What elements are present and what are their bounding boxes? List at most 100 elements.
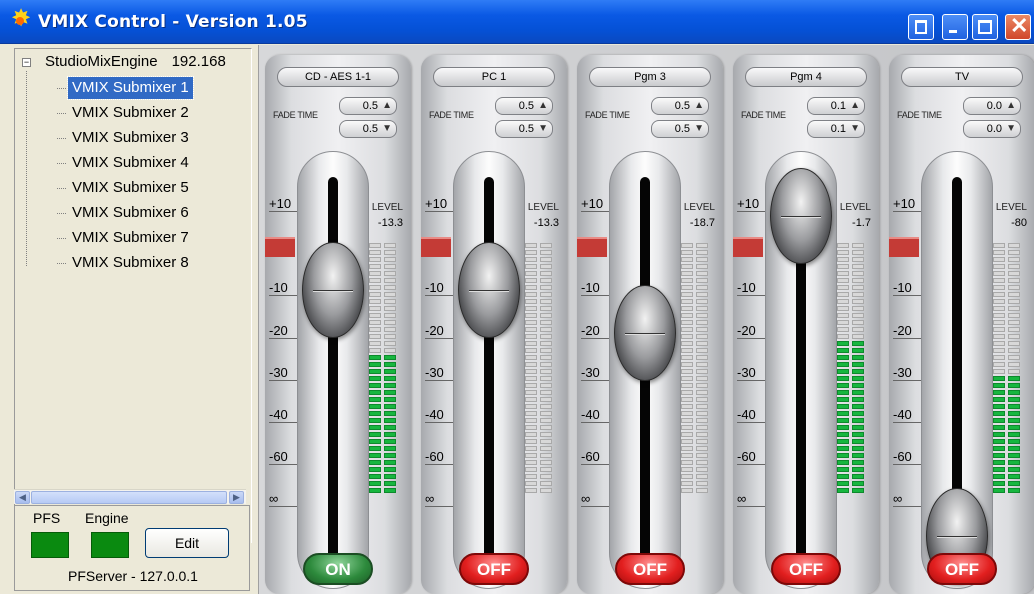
meter-segment xyxy=(369,404,381,409)
channel-name[interactable]: Pgm 4 xyxy=(745,67,867,87)
meter-segment xyxy=(837,488,849,493)
meter-segment xyxy=(852,383,864,388)
scroll-left-icon[interactable]: ◀ xyxy=(15,491,30,504)
meter-segment xyxy=(852,348,864,353)
meter-segment xyxy=(993,481,1005,486)
fade-time-down-spinner[interactable]: 0.5 ▼ xyxy=(651,120,709,138)
tree-item-submixer[interactable]: VMIX Submixer 4 xyxy=(57,152,193,174)
channel-strip: Pgm 4 FADE TIME 0.1 ▲ 0.1 ▼ +10 -10 -20 -30 -40 -60… xyxy=(733,55,879,594)
arrow-down-icon[interactable]: ▼ xyxy=(850,121,860,137)
arrow-down-icon[interactable]: ▼ xyxy=(694,121,704,137)
fade-time-down-spinner[interactable]: 0.5 ▼ xyxy=(495,120,553,138)
meter-segment xyxy=(993,376,1005,381)
meter-segment xyxy=(852,362,864,367)
fade-time-up-spinner[interactable]: 0.1 ▲ xyxy=(807,97,865,115)
level-meter xyxy=(540,243,552,503)
edit-button[interactable]: Edit xyxy=(145,528,229,558)
meter-segment xyxy=(540,362,552,367)
fade-time-down-value: 0.5 xyxy=(518,123,534,135)
meter-segment xyxy=(852,264,864,269)
tree-item-submixer[interactable]: VMIX Submixer 6 xyxy=(57,202,193,224)
fade-time-down-spinner[interactable]: 0.1 ▼ xyxy=(807,120,865,138)
channel-on-off-button[interactable]: OFF xyxy=(927,553,997,585)
tree-item-submixer[interactable]: VMIX Submixer 7 xyxy=(57,227,193,249)
title-bar[interactable]: ✸ VMIX Control - Version 1.05 ✕ xyxy=(0,0,1034,44)
fade-time-up-spinner[interactable]: 0.0 ▲ xyxy=(963,97,1021,115)
scale-tick-label: -20 xyxy=(425,324,453,339)
arrow-down-icon[interactable]: ▼ xyxy=(382,121,392,137)
arrow-down-icon[interactable]: ▼ xyxy=(1006,121,1016,137)
meter-segment xyxy=(384,439,396,444)
channel-name[interactable]: TV xyxy=(901,67,1023,87)
arrow-up-icon[interactable]: ▲ xyxy=(1006,98,1016,114)
maximize-button[interactable] xyxy=(972,14,998,40)
tree-item-submixer[interactable]: VMIX Submixer 3 xyxy=(57,127,193,149)
fade-time-down-spinner[interactable]: 0.5 ▼ xyxy=(339,120,397,138)
pfs-status-indicator xyxy=(31,532,69,558)
meter-segment xyxy=(681,446,693,451)
channel-name[interactable]: PC 1 xyxy=(433,67,555,87)
fade-time-up-spinner[interactable]: 0.5 ▲ xyxy=(651,97,709,115)
minimize-button[interactable] xyxy=(942,14,968,40)
unity-marker xyxy=(421,237,451,257)
scale-tick-label: +10 xyxy=(269,197,297,212)
meter-segment xyxy=(540,383,552,388)
tree-item-submixer[interactable]: VMIX Submixer 5 xyxy=(57,177,193,199)
fader-knob[interactable] xyxy=(770,168,832,264)
meter-segment xyxy=(540,453,552,458)
fade-time-down-spinner[interactable]: 0.0 ▼ xyxy=(963,120,1021,138)
meter-segment xyxy=(540,327,552,332)
meter-segment xyxy=(1008,243,1020,248)
meter-segment xyxy=(696,383,708,388)
tree-item-submixer[interactable]: VMIX Submixer 2 xyxy=(57,102,193,124)
tree-item-submixer[interactable]: VMIX Submixer 8 xyxy=(57,252,193,274)
meter-segment xyxy=(1008,446,1020,451)
meter-segment xyxy=(993,285,1005,290)
meter-segment xyxy=(837,369,849,374)
fader-knob[interactable] xyxy=(302,242,364,338)
meter-segment xyxy=(1008,362,1020,367)
meter-segment xyxy=(525,257,537,262)
channel-on-off-button[interactable]: OFF xyxy=(771,553,841,585)
fade-time-up-spinner[interactable]: 0.5 ▲ xyxy=(339,97,397,115)
meter-segment xyxy=(837,257,849,262)
meter-segment xyxy=(369,285,381,290)
scroll-right-icon[interactable]: ▶ xyxy=(229,491,244,504)
tree-root-engine[interactable]: StudioMixEngine 192.168 xyxy=(45,53,226,70)
meter-segment xyxy=(852,320,864,325)
level-label: LEVEL xyxy=(683,202,715,213)
meter-segment xyxy=(681,264,693,269)
channel-name[interactable]: CD - AES 1-1 xyxy=(277,67,399,87)
fader-knob[interactable] xyxy=(458,242,520,338)
tree-horizontal-scrollbar[interactable]: ◀ ▶ xyxy=(14,489,246,504)
meter-segment xyxy=(696,320,708,325)
fader-knob[interactable] xyxy=(614,285,676,381)
meter-segment xyxy=(993,320,1005,325)
fader-knob-line xyxy=(781,216,821,218)
channel-name[interactable]: Pgm 3 xyxy=(589,67,711,87)
level-meter xyxy=(681,243,693,503)
meter-segment xyxy=(1008,334,1020,339)
collapse-icon[interactable]: − xyxy=(22,58,31,67)
meter-segment xyxy=(540,348,552,353)
meter-segment xyxy=(525,313,537,318)
arrow-up-icon[interactable]: ▲ xyxy=(850,98,860,114)
fade-time-up-value: 0.1 xyxy=(830,100,846,112)
channel-on-off-button[interactable]: ON xyxy=(303,553,373,585)
meter-segment xyxy=(837,383,849,388)
close-button[interactable]: ✕ xyxy=(1005,13,1031,40)
scale-tick-label: -40 xyxy=(737,408,765,423)
arrow-down-icon[interactable]: ▼ xyxy=(538,121,548,137)
tree-item-submixer[interactable]: VMIX Submixer 1 xyxy=(57,76,194,100)
meter-segment xyxy=(681,341,693,346)
arrow-up-icon[interactable]: ▲ xyxy=(382,98,392,114)
restore-window-button[interactable] xyxy=(908,14,934,40)
arrow-up-icon[interactable]: ▲ xyxy=(694,98,704,114)
channel-on-off-button[interactable]: OFF xyxy=(459,553,529,585)
engine-tree[interactable]: − StudioMixEngine 192.168 VMIX Submixer 1… xyxy=(14,48,252,543)
fade-time-up-spinner[interactable]: 0.5 ▲ xyxy=(495,97,553,115)
arrow-up-icon[interactable]: ▲ xyxy=(538,98,548,114)
channel-on-off-button[interactable]: OFF xyxy=(615,553,685,585)
meter-segment xyxy=(696,278,708,283)
scroll-thumb[interactable] xyxy=(31,491,227,504)
